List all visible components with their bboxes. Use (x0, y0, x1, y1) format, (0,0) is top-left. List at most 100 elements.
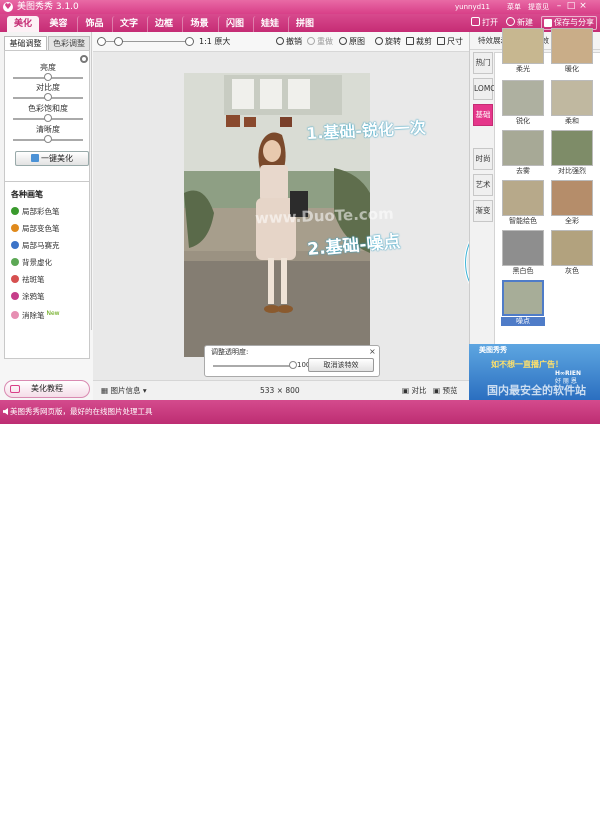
brush-item[interactable]: 局部马赛克 (11, 241, 60, 251)
image-size: 533 × 800 (260, 386, 300, 395)
beautify-tutorial-button[interactable]: 美化教程 (4, 380, 90, 398)
tab-fashion[interactable]: 时尚 (473, 148, 493, 170)
effect-thumb[interactable]: 暖化 (550, 27, 594, 75)
app-logo-icon: ♥ (3, 2, 13, 12)
bottom-message[interactable]: 美图秀秀网页版，最好的在线图片处理工具 (10, 407, 153, 417)
rotate-icon (375, 37, 383, 45)
effect-preview (502, 130, 544, 166)
tab-collage[interactable]: 拼图 (288, 16, 321, 32)
redo-button[interactable]: 重做 (307, 37, 333, 47)
maximize-icon[interactable]: □ (566, 1, 576, 12)
eraser-icon (11, 311, 19, 319)
settings-icon[interactable] (80, 55, 88, 63)
brightness-label: 亮度 (40, 63, 56, 72)
brightness-knob[interactable] (44, 73, 52, 81)
undo-button[interactable]: 撤销 (276, 37, 302, 47)
tab-beautify[interactable]: 美化 (7, 16, 39, 32)
effect-label: 锐化 (516, 117, 530, 125)
contrast-slider[interactable] (13, 93, 83, 101)
ad-line1: 美图秀秀 (479, 346, 507, 354)
brush-panel: 各种画笔 局部彩色笔 局部变色笔 局部马赛克 背景虚化 祛斑笔 涂鸦笔 消除笔 N… (4, 181, 90, 359)
magic-icon (31, 154, 39, 162)
effect-thumb[interactable]: 全彩 (550, 179, 594, 227)
tab-accessories[interactable]: 饰品 (77, 16, 111, 32)
brushes-title: 各种画笔 (11, 190, 43, 199)
sharpness-slider[interactable] (13, 135, 83, 143)
app-window: ♥ 美图秀秀 3.1.0 yunnyd11 菜单 提意见 – □ × 美化 美容… (0, 0, 600, 821)
zoom-knob[interactable] (114, 37, 123, 46)
brush-item[interactable]: 祛斑笔 (11, 275, 45, 285)
open-button[interactable]: 打开 (471, 17, 498, 29)
effect-thumb[interactable]: 智能绘色 (501, 179, 545, 227)
left-panel: 基础调整 色彩调整 亮度 对比度 色彩饱和度 清晰度 一键美化 各种画笔 局部彩… (0, 32, 92, 359)
sharpness-knob[interactable] (44, 135, 52, 143)
effect-thumb-selected[interactable]: 噪点 (501, 279, 545, 327)
effect-thumb[interactable]: 对比强烈 (550, 129, 594, 177)
effect-preview (502, 230, 544, 266)
tab-basic[interactable]: 基础 (473, 104, 493, 126)
brush-item[interactable]: 消除笔 New (11, 309, 60, 321)
menu-link[interactable]: 菜单 (507, 2, 521, 12)
one-click-beautify-button[interactable]: 一键美化 (15, 151, 89, 166)
tab-scene[interactable]: 场景 (182, 16, 216, 32)
tab-art[interactable]: 艺术 (473, 174, 493, 196)
effect-label: 黑白色 (512, 267, 534, 275)
right-panel: 特效展示 > 基础特效 热门 LOMO 基础 时尚 艺术 渐变 柔光 暖化 锐化… (469, 28, 600, 380)
brush-item[interactable]: 背景虚化 (11, 258, 52, 268)
feedback-link[interactable]: 提意见 (528, 2, 549, 12)
zoom-actual-size[interactable]: 1:1 原大 (199, 37, 230, 47)
site-watermark-bottom: 国内最安全的软件站 (487, 384, 586, 397)
effect-label: 对比强烈 (558, 167, 586, 175)
status-bar: ▦ 图片信息 ▾ 533 × 800 ▣ 对比 ▣ 预览 (93, 380, 469, 400)
undo-icon (276, 37, 284, 45)
opacity-close-icon[interactable]: × (369, 347, 376, 356)
saturation-knob[interactable] (44, 114, 52, 122)
zoom-in-icon[interactable] (185, 37, 194, 46)
effect-thumb[interactable]: 黑白色 (501, 229, 545, 277)
adjust-sliders: 亮度 对比度 色彩饱和度 清晰度 一键美化 (4, 50, 90, 188)
tab-flash[interactable]: 闪图 (218, 16, 251, 32)
preview-button[interactable]: ▣ 预览 (433, 386, 457, 396)
brush-item[interactable]: 涂鸦笔 (11, 292, 45, 302)
effect-thumb[interactable]: 去雾 (501, 129, 545, 177)
window-title: 美图秀秀 3.1.0 (17, 2, 79, 12)
speaker-icon (3, 408, 8, 415)
effect-label: 柔光 (516, 65, 530, 73)
opacity-knob[interactable] (289, 361, 297, 369)
user-name[interactable]: yunnyd11 (455, 2, 490, 12)
compare-button[interactable]: ▣ 对比 (402, 386, 426, 396)
tab-lomo[interactable]: LOMO (473, 78, 496, 100)
redo-icon (307, 37, 315, 45)
effect-thumb[interactable]: 柔和 (550, 79, 594, 127)
tab-beauty[interactable]: 美容 (42, 16, 75, 32)
tab-doll[interactable]: 娃娃 (253, 16, 286, 32)
image-info-button[interactable]: ▦ 图片信息 ▾ (101, 386, 147, 396)
tab-hot[interactable]: 热门 (473, 52, 493, 74)
resize-button[interactable]: 尺寸 (437, 37, 463, 47)
effect-label: 柔和 (565, 117, 579, 125)
opacity-slider[interactable] (213, 361, 297, 369)
effect-thumb[interactable]: 柔光 (501, 27, 545, 75)
rotate-button[interactable]: 旋转 (375, 37, 401, 47)
effect-thumb[interactable]: 灰色 (550, 229, 594, 277)
minimize-icon[interactable]: – (554, 1, 564, 12)
brightness-slider[interactable] (13, 73, 83, 81)
effect-preview (502, 80, 544, 116)
tab-basic-adjust[interactable]: 基础调整 (4, 36, 47, 50)
tab-frame[interactable]: 边框 (147, 16, 180, 32)
brush-item[interactable]: 局部彩色笔 (11, 207, 60, 217)
effect-preview (502, 28, 544, 64)
contrast-knob[interactable] (44, 93, 52, 101)
tab-color-adjust[interactable]: 色彩调整 (48, 36, 90, 50)
saturation-slider[interactable] (13, 114, 83, 122)
tab-gradient[interactable]: 渐变 (473, 200, 493, 222)
cancel-effect-button[interactable]: 取消该特效 (308, 358, 374, 372)
crop-button[interactable]: 裁剪 (406, 37, 432, 47)
resize-grip-icon[interactable] (588, 812, 597, 821)
tab-text[interactable]: 文字 (112, 16, 145, 32)
effect-preview (551, 180, 593, 216)
brush-item[interactable]: 局部变色笔 (11, 224, 60, 234)
close-icon[interactable]: × (578, 1, 588, 12)
original-button[interactable]: 原图 (339, 37, 365, 47)
effect-thumb[interactable]: 锐化 (501, 79, 545, 127)
